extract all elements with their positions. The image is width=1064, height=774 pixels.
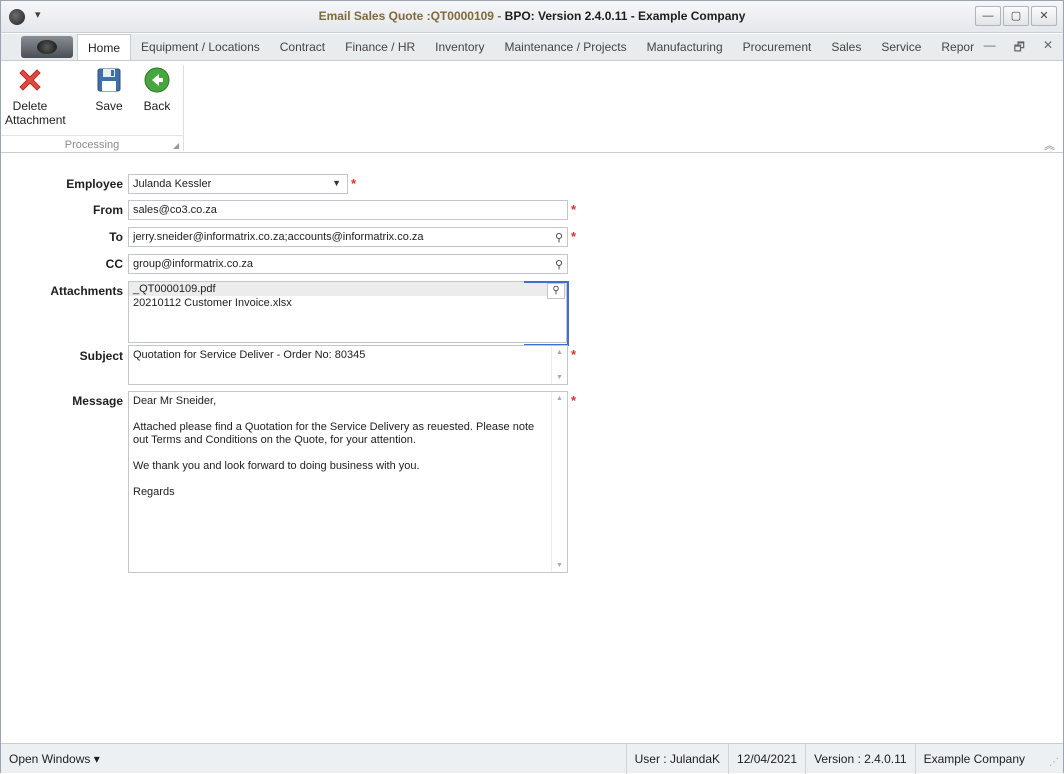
mdi-minimize-button[interactable]: — <box>984 38 996 59</box>
mdi-controls: — 🗗 ✕ <box>984 38 1053 59</box>
attachments-list[interactable]: _QT0000109.pdf 20210112 Customer Invoice… <box>128 281 569 346</box>
app-window: ▾ Email Sales Quote :QT0000109 - BPO: Ve… <box>0 0 1064 774</box>
search-icon[interactable]: ⚲ <box>547 283 565 299</box>
search-icon[interactable]: ⚲ <box>555 258 563 271</box>
ribbon-tabs: Home Equipment / Locations Contract Fina… <box>77 34 984 60</box>
window-controls: — ▢ ✕ <box>975 6 1057 26</box>
delete-attachment-button[interactable]: Delete Attachment <box>5 65 66 127</box>
message-line: Regards <box>133 486 175 498</box>
close-button[interactable]: ✕ <box>1031 6 1057 26</box>
status-info: User : JulandaK 12/04/2021 Version : 2.4… <box>625 744 1033 774</box>
tab-manufacturing[interactable]: Manufacturing <box>637 34 733 60</box>
message-line: Attached please find a Quotation for the… <box>133 421 535 446</box>
save-label: Save <box>95 99 123 113</box>
window-title-document: Email Sales Quote :QT0000109 - <box>318 9 505 23</box>
from-required-mark: * <box>571 202 577 217</box>
message-line: Dear Mr Sneider, <box>133 395 217 407</box>
message-label: Message <box>72 394 123 408</box>
employee-value: Julanda Kessler <box>133 178 212 190</box>
app-menu-logo-icon <box>37 40 57 54</box>
list-item[interactable]: _QT0000109.pdf <box>129 282 566 296</box>
tab-procurement[interactable]: Procurement <box>733 34 822 60</box>
tab-home[interactable]: Home <box>77 34 132 60</box>
employee-label: Employee <box>66 177 123 191</box>
message-line: We thank you and look forward to doing b… <box>133 460 420 472</box>
status-user: User : JulandaK <box>625 744 728 774</box>
employee-required-mark: * <box>351 176 357 191</box>
ribbon-group-separator <box>183 65 184 151</box>
message-line <box>133 473 547 486</box>
maximize-button[interactable]: ▢ <box>1003 6 1029 26</box>
tab-contract[interactable]: Contract <box>270 34 335 60</box>
chevron-down-icon[interactable]: ▼ <box>332 178 341 188</box>
message-required-mark: * <box>571 393 577 408</box>
message-line <box>133 408 547 421</box>
attachments-label: Attachments <box>50 284 123 298</box>
list-item[interactable]: 20210112 Customer Invoice.xlsx <box>129 296 566 310</box>
collapse-ribbon-icon[interactable]: ︽ <box>1044 137 1055 153</box>
message-line <box>133 447 547 460</box>
tab-inventory[interactable]: Inventory <box>425 34 494 60</box>
mdi-restore-button[interactable]: 🗗 <box>1014 38 1025 59</box>
window-title-app: BPO: Version 2.4.0.11 - Example Company <box>504 9 746 23</box>
to-required-mark: * <box>571 229 577 244</box>
tab-maintenance-projects[interactable]: Maintenance / Projects <box>495 34 637 60</box>
delete-x-icon <box>15 65 45 95</box>
subject-scrollbar[interactable]: ▲ ▼ <box>551 346 567 384</box>
message-scrollbar[interactable]: ▲ ▼ <box>551 392 567 572</box>
cc-field[interactable]: group@informatrix.co.za ⚲ <box>128 254 568 274</box>
cc-label: CC <box>105 257 123 271</box>
back-arrow-icon <box>142 65 172 95</box>
floppy-disk-icon <box>94 65 124 95</box>
title-bar: ▾ Email Sales Quote :QT0000109 - BPO: Ve… <box>1 1 1063 33</box>
subject-label: Subject <box>79 349 123 363</box>
save-button[interactable]: Save <box>91 65 127 113</box>
tab-finance-hr[interactable]: Finance / HR <box>335 34 425 60</box>
to-label: To <box>109 230 123 244</box>
cc-value: group@informatrix.co.za <box>133 258 253 270</box>
window-title: Email Sales Quote :QT0000109 - BPO: Vers… <box>1 9 1063 23</box>
from-value: sales@co3.co.za <box>133 204 217 216</box>
subject-field[interactable]: Quotation for Service Deliver - Order No… <box>128 345 568 385</box>
status-version: Version : 2.4.0.11 <box>805 744 915 774</box>
from-field[interactable]: sales@co3.co.za <box>128 200 568 220</box>
message-field[interactable]: Dear Mr Sneider, Attached please find a … <box>128 391 568 573</box>
delete-attachment-label-line1: Delete <box>12 99 48 113</box>
email-form: Employee Julanda Kessler ▼ * From sales@… <box>1 153 1063 743</box>
subject-value: Quotation for Service Deliver - Order No… <box>133 349 366 361</box>
application-menu-button[interactable] <box>21 36 73 58</box>
resize-grip-icon[interactable]: ⋰ <box>1049 757 1059 768</box>
employee-dropdown[interactable]: Julanda Kessler ▼ <box>128 174 348 194</box>
group-dialog-launcher-icon[interactable]: ◢ <box>173 141 179 150</box>
back-button[interactable]: Back <box>139 65 175 113</box>
subject-required-mark: * <box>571 347 577 362</box>
open-windows-menu[interactable]: Open Windows ▾ <box>9 752 100 766</box>
ribbon-panel: Delete Attachment Save Back Processing ◢… <box>1 60 1063 153</box>
mdi-close-button[interactable]: ✕ <box>1043 38 1053 59</box>
ribbon-group-processing: Processing <box>1 135 183 151</box>
search-icon[interactable]: ⚲ <box>555 231 563 244</box>
status-date: 12/04/2021 <box>728 744 805 774</box>
from-label: From <box>93 203 123 217</box>
status-company: Example Company <box>914 744 1033 774</box>
status-bar: Open Windows ▾ User : JulandaK 12/04/202… <box>1 743 1063 774</box>
tab-service[interactable]: Service <box>871 34 931 60</box>
minimize-button[interactable]: — <box>975 6 1001 26</box>
ribbon-tab-row: Home Equipment / Locations Contract Fina… <box>1 34 1063 60</box>
back-label: Back <box>143 99 171 113</box>
to-field[interactable]: jerry.sneider@informatrix.co.za;accounts… <box>128 227 568 247</box>
tab-reports[interactable]: Repor <box>931 34 984 60</box>
tab-sales[interactable]: Sales <box>821 34 871 60</box>
tab-equipment-locations[interactable]: Equipment / Locations <box>131 34 270 60</box>
to-value: jerry.sneider@informatrix.co.za;accounts… <box>133 231 424 243</box>
delete-attachment-label-line2: Attachment <box>5 113 66 127</box>
